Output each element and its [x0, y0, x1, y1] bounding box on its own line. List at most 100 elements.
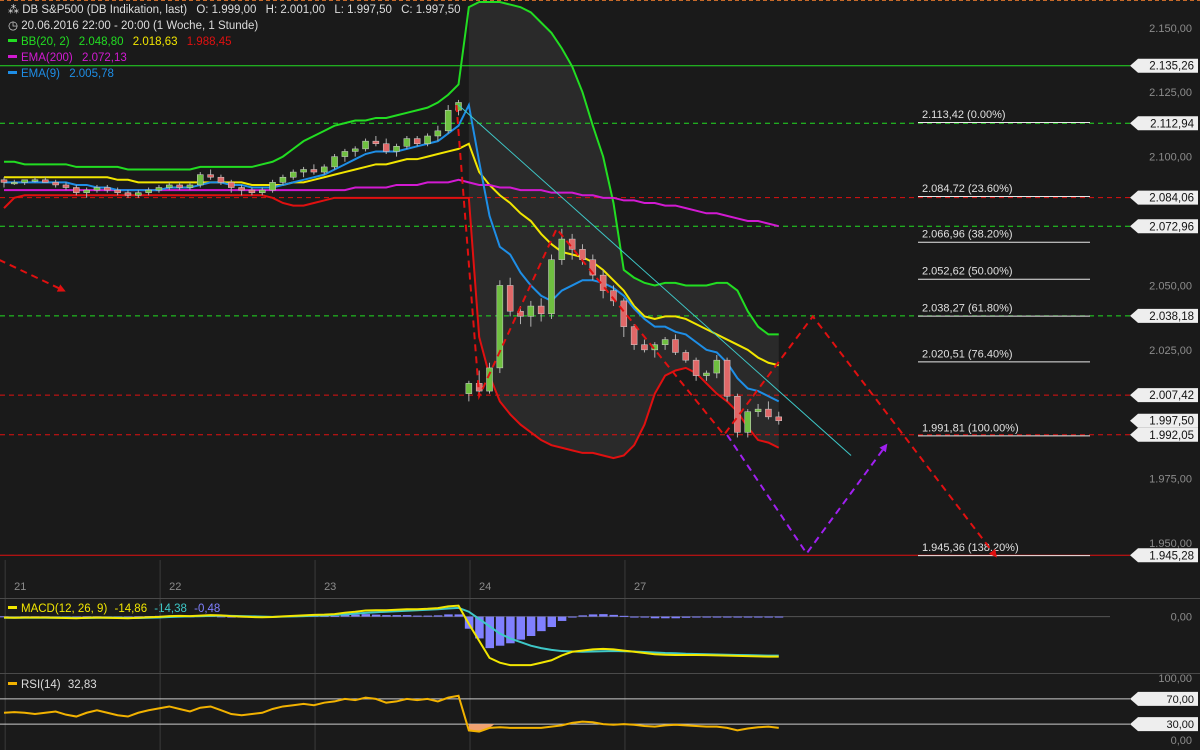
candle-body: [754, 408, 762, 412]
fib-label: 2.084,72 (23.60%): [922, 183, 1013, 195]
candle-body: [558, 238, 566, 260]
macd-hist-bar: [526, 616, 536, 636]
macd-hist-bar: [692, 616, 701, 618]
price-tick-label: 2.125,00: [1149, 87, 1192, 99]
candle-body: [341, 151, 349, 157]
candle-body: [166, 184, 173, 188]
rsi-tick-label: 0,00: [1171, 735, 1192, 747]
macd-hist-bar: [568, 616, 577, 618]
candle-body: [351, 148, 359, 152]
candle-body: [320, 166, 328, 173]
macd-hist-bar: [743, 616, 753, 618]
rsi-level-label: 30,00: [1166, 719, 1194, 731]
price-tick-label: 2.025,00: [1149, 345, 1192, 357]
bollinger-fill: [468, 2, 779, 459]
level-price-label: 2.135,26: [1149, 61, 1194, 73]
candle-body: [42, 179, 49, 183]
candle-body: [682, 352, 690, 361]
date-label: 24: [479, 581, 491, 593]
candle-body: [486, 367, 493, 392]
candle-body: [672, 339, 679, 353]
candle-body: [434, 130, 442, 137]
candle-body: [703, 372, 710, 376]
macd-hist-bar: [619, 615, 629, 617]
candle-body: [104, 187, 111, 191]
level-price-label: 2.038,18: [1149, 311, 1194, 323]
candle-body: [775, 416, 782, 421]
fib-label: 2.052,62 (50.00%): [922, 266, 1013, 278]
candle-body: [62, 184, 70, 188]
fib-label: 2.038,27 (61.80%): [922, 303, 1013, 315]
candle-body: [403, 138, 411, 147]
candle-body: [83, 189, 90, 193]
candle-body: [259, 189, 266, 193]
candle-body: [713, 359, 721, 374]
candle-body: [661, 339, 669, 345]
candle-body: [93, 187, 101, 191]
candle-body: [444, 109, 452, 132]
macd-hist-bar: [361, 614, 371, 617]
macd-hist-bar: [661, 616, 670, 619]
candle-body: [238, 187, 245, 191]
candle-body: [310, 169, 318, 173]
fib-label: 1.945,36 (138.20%): [922, 542, 1019, 554]
macd-hist-bar: [516, 616, 525, 640]
red-arrow-left: [0, 259, 66, 292]
macd-hist-bar: [681, 616, 691, 618]
candle-body: [21, 179, 28, 183]
macd-hist-bar: [454, 614, 464, 617]
macd-hist-bar: [609, 614, 618, 617]
macd-hist-bar: [723, 616, 732, 618]
price-tick-label: 1.975,00: [1149, 474, 1192, 486]
level-price-label: 1.992,05: [1149, 430, 1194, 442]
candle-body: [228, 182, 235, 188]
macd-hist-bar: [547, 616, 556, 628]
macd-hist-bar: [444, 614, 453, 617]
candle-body: [11, 182, 18, 185]
candle-body: [31, 179, 39, 182]
candle-body: [506, 285, 514, 312]
macd-hist-bar: [485, 616, 495, 649]
fib-label: 2.113,42 (0.00%): [922, 109, 1006, 121]
series-line: [4, 178, 779, 228]
candle-body: [641, 344, 648, 351]
candle-body: [289, 171, 297, 178]
macd-hist-bar: [371, 614, 381, 617]
candle-body: [207, 174, 214, 178]
macd-hist-bar: [588, 614, 598, 617]
macd-hist-bar: [764, 616, 773, 618]
candle-body: [413, 138, 421, 144]
macd-hist-bar: [640, 616, 649, 618]
level-price-label: 1.945,28: [1149, 550, 1194, 562]
macd-hist-bar: [402, 615, 412, 617]
candle-body: [176, 184, 183, 188]
date-label: 27: [634, 581, 646, 593]
price-chart[interactable]: 2.150,00 2.125,00 2.100,00 2.050,00 2.025,00…: [0, 0, 1200, 750]
level-price-label: 2.072,96: [1149, 221, 1194, 233]
candle-body: [382, 143, 390, 152]
candle-body: [279, 176, 287, 183]
macd-hist-bar: [382, 615, 391, 617]
date-label: 23: [324, 581, 336, 593]
candle-body: [73, 187, 80, 193]
candle-body: [248, 189, 256, 193]
macd-hist-bar: [650, 616, 660, 619]
candle-body: [135, 192, 142, 196]
candle-body: [124, 192, 132, 196]
candle-body: [217, 176, 225, 183]
macd-hist-bar: [578, 615, 587, 617]
macd-hist-bar: [754, 616, 763, 618]
candle-body: [331, 156, 338, 168]
candle-body: [393, 146, 400, 152]
candle-body: [620, 300, 628, 327]
level-price-label: 2.112,94: [1150, 118, 1195, 130]
candle-body: [734, 395, 741, 433]
price-tick-label: 2.150,00: [1149, 23, 1192, 35]
candle-body: [186, 184, 194, 188]
purple-forecast: [726, 434, 888, 556]
macd-hist-bar: [537, 616, 546, 632]
macd-hist-bar: [351, 614, 360, 617]
candle-body: [744, 411, 752, 433]
macd-hist-bar: [423, 615, 433, 617]
candle-body: [145, 189, 152, 193]
